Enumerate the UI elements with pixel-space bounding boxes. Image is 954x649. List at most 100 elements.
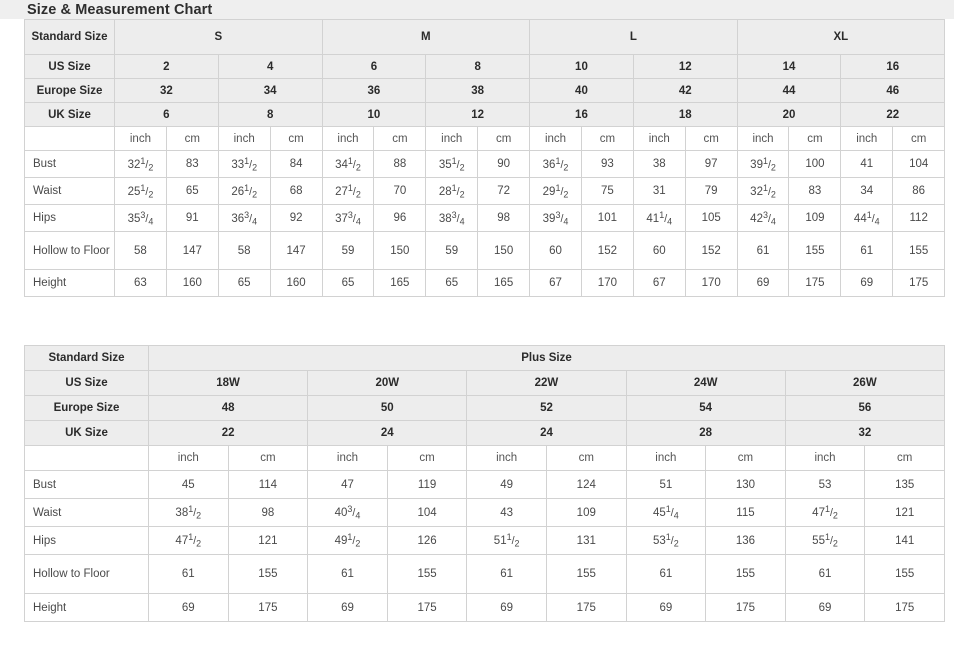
- measurement-value: 471/2: [784, 498, 866, 527]
- europe-size-value: 42: [632, 78, 738, 103]
- measurement-value: 38: [632, 150, 686, 178]
- plus-europe-size-value: 52: [466, 395, 627, 421]
- us-size-value: 2: [114, 54, 219, 79]
- measurement-label: Waist: [24, 177, 115, 205]
- charts-container: Standard Size S M L XL US Size 2 4 6 8 1…: [0, 19, 954, 622]
- measurement-row: Hollow to Floor 58 147 58 147 59 150 59 150 60 152…: [24, 231, 946, 270]
- measurement-value: 59: [321, 231, 375, 270]
- unit-cell-inch: inch: [217, 126, 271, 151]
- plus-europe-size-value: 50: [307, 395, 468, 421]
- measurement-value: 61: [625, 554, 707, 594]
- plus-us-size-value: 20W: [307, 370, 468, 396]
- measurement-value: 68: [269, 177, 323, 205]
- europe-size-value: 40: [529, 78, 634, 103]
- size-group-xl: XL: [736, 19, 946, 55]
- europe-size-value: 38: [425, 78, 531, 103]
- measurement-value: 170: [580, 269, 634, 297]
- size-group-m: M: [321, 19, 531, 55]
- uk-size-value: 20: [736, 102, 842, 127]
- measurement-value: 160: [165, 269, 219, 297]
- measurement-value: 381/2: [148, 498, 229, 527]
- measurement-value: 61: [736, 231, 790, 270]
- plus-uk-size-label: UK Size: [24, 420, 149, 446]
- unit-cell-inch: inch: [840, 126, 894, 151]
- measurement-value: 130: [705, 470, 786, 499]
- measurement-value: 175: [386, 593, 468, 622]
- measurement-value: 91: [165, 204, 219, 232]
- unit-row: inch cm inch cm inch cm inch cm inch cm inch cm inch…: [24, 126, 946, 151]
- measurement-value: 155: [545, 554, 627, 594]
- us-size-value: 8: [425, 54, 531, 79]
- measurement-value: 175: [227, 593, 309, 622]
- measurement-value: 155: [892, 231, 946, 270]
- measurement-value: 471/2: [148, 526, 229, 555]
- measurement-value: 121: [864, 498, 945, 527]
- unit-cell-inch: inch: [425, 126, 479, 151]
- unit-cell-inch: inch: [148, 445, 229, 471]
- measurement-value: 155: [227, 554, 309, 594]
- unit-cell-cm: cm: [373, 126, 427, 151]
- measurement-label: Height: [24, 593, 149, 622]
- measurement-value: 41: [840, 150, 894, 178]
- measurement-value: 69: [784, 593, 866, 622]
- plus-europe-size-value: 56: [784, 395, 945, 421]
- unit-cell-cm: cm: [227, 445, 309, 471]
- us-size-value: 12: [632, 54, 738, 79]
- measurement-value: 105: [684, 204, 738, 232]
- unit-cell-cm: cm: [788, 126, 842, 151]
- plus-size-table: Standard Size Plus Size US Size 18W 20W …: [24, 345, 945, 622]
- measurement-value: 61: [148, 554, 229, 594]
- measurement-value: 83: [165, 150, 219, 178]
- measurement-value: 59: [425, 231, 479, 270]
- measurement-value: 100: [788, 150, 842, 178]
- plus-europe-size-label: Europe Size: [24, 395, 149, 421]
- measurement-value: 175: [892, 269, 946, 297]
- plus-uk-size-value: 24: [307, 420, 468, 446]
- uk-size-value: 6: [114, 102, 219, 127]
- unit-cell-cm: cm: [386, 445, 468, 471]
- measurement-value: 61: [840, 231, 894, 270]
- measurement-value: 88: [373, 150, 427, 178]
- measurement-value: 69: [307, 593, 388, 622]
- measurement-value: 69: [466, 593, 547, 622]
- measurement-value: 511/2: [466, 526, 547, 555]
- us-size-value: 4: [217, 54, 323, 79]
- us-size-label: US Size: [24, 54, 115, 79]
- europe-size-value: 36: [321, 78, 427, 103]
- measurement-value: 31: [632, 177, 686, 205]
- measurement-value: 98: [477, 204, 531, 232]
- measurement-value: 175: [545, 593, 627, 622]
- europe-size-value: 46: [840, 78, 946, 103]
- measurement-value: 531/2: [625, 526, 707, 555]
- measurement-value: 65: [425, 269, 479, 297]
- measurement-value: 98: [227, 498, 309, 527]
- plus-uk-size-value: 22: [147, 420, 309, 446]
- europe-size-label: Europe Size: [24, 78, 115, 103]
- plus-europe-size-value: 48: [147, 395, 309, 421]
- plus-unit-row: inch cm inch cm inch cm inch cm inch cm: [24, 445, 945, 471]
- group-header-row: Standard Size S M L XL: [24, 19, 946, 55]
- measurement-value: 341/2: [321, 150, 375, 178]
- unit-cell-cm: cm: [545, 445, 627, 471]
- measurement-label: Bust: [24, 150, 115, 178]
- measurement-value: 150: [477, 231, 531, 270]
- measurement-value: 97: [684, 150, 738, 178]
- measurement-value: 175: [705, 593, 786, 622]
- measurement-value: 72: [477, 177, 531, 205]
- measurement-value: 79: [684, 177, 738, 205]
- plus-uk-size-value: 32: [784, 420, 945, 446]
- measurement-value: 96: [373, 204, 427, 232]
- measurement-value: 83: [788, 177, 842, 205]
- measurement-row: Hollow to Floor 61 155 61 155 61 155 61 155 61 155: [24, 554, 945, 594]
- measurement-value: 393/4: [529, 204, 582, 232]
- measurement-value: 65: [217, 269, 271, 297]
- plus-size-group-label: Plus Size: [148, 345, 945, 371]
- measurement-value: 58: [114, 231, 167, 270]
- unit-cell-inch: inch: [736, 126, 790, 151]
- size-group-s: S: [114, 19, 323, 55]
- measurement-value: 65: [165, 177, 219, 205]
- uk-size-row: UK Size 6 8 10 12 16 18 20 22: [24, 102, 946, 127]
- unit-cell-cm: cm: [705, 445, 786, 471]
- measurement-value: 61: [307, 554, 388, 594]
- measurement-value: 353/4: [114, 204, 167, 232]
